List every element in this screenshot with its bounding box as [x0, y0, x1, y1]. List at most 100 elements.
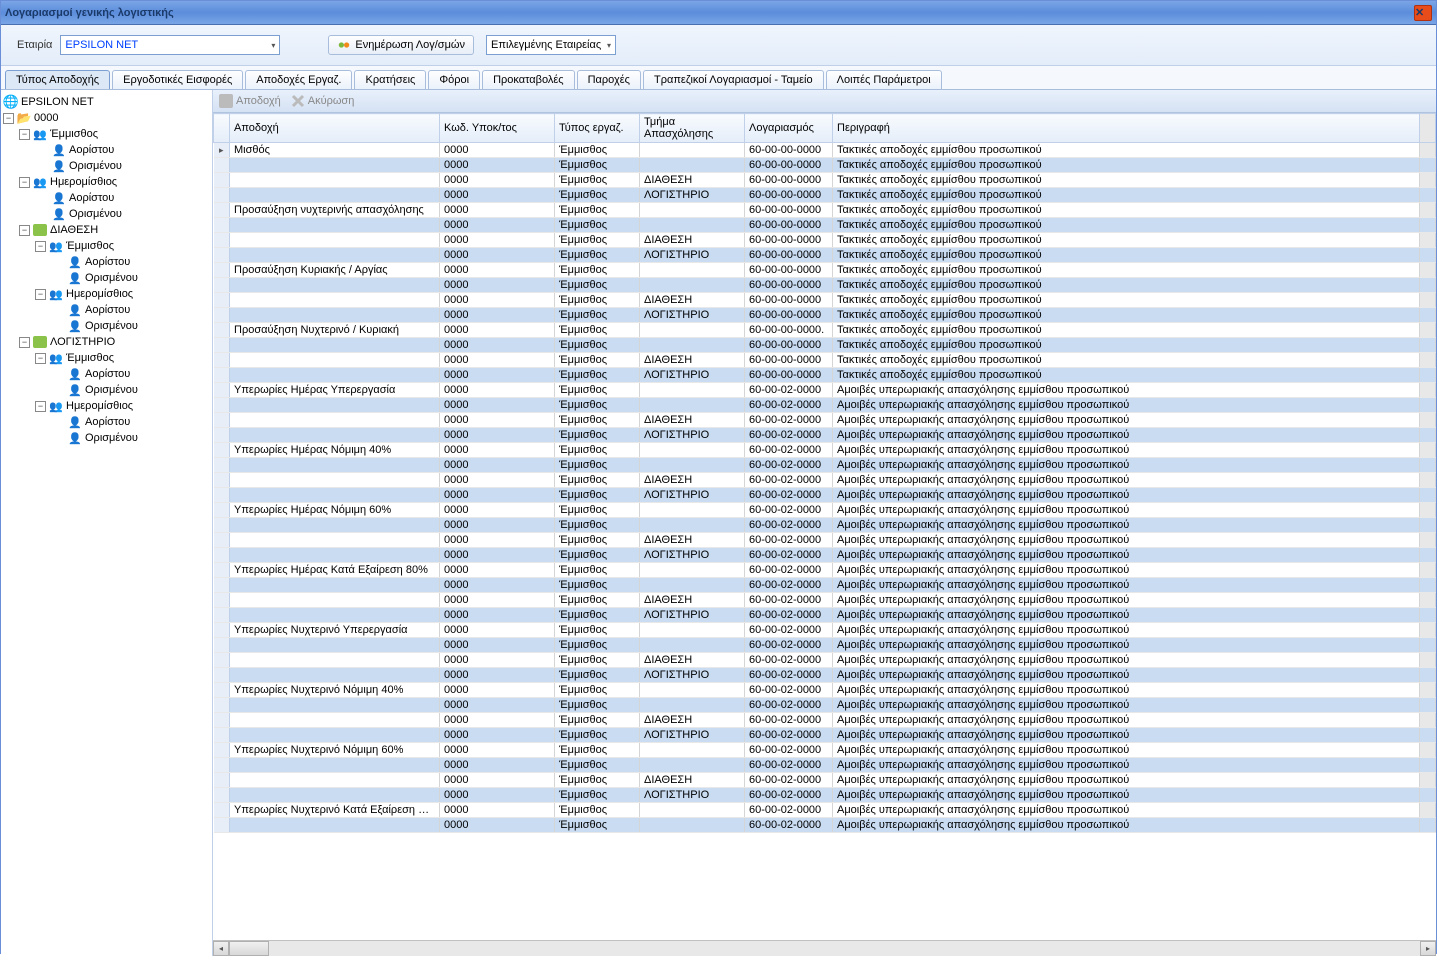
cell[interactable] — [640, 503, 745, 518]
cell[interactable] — [640, 518, 745, 533]
cell[interactable]: Έμμισθος — [555, 383, 640, 398]
cell[interactable]: 60-00-02-0000 — [745, 728, 833, 743]
cell[interactable]: 60-00-02-0000 — [745, 593, 833, 608]
tab-1[interactable]: Εργοδοτικές Εισφορές — [112, 70, 243, 89]
cell[interactable]: Έμμισθος — [555, 413, 640, 428]
cell[interactable]: 0000 — [440, 323, 555, 338]
cell[interactable]: Έμμισθος — [555, 818, 640, 833]
cell[interactable] — [230, 173, 440, 188]
cell[interactable] — [230, 188, 440, 203]
table-row[interactable]: 0000ΈμμισθοςΛΟΓΙΣΤΗΡΙΟ60-00-02-0000Αμοιβ… — [214, 428, 1436, 443]
cell[interactable]: 60-00-02-0000 — [745, 443, 833, 458]
table-row[interactable]: 0000ΈμμισθοςΛΟΓΙΣΤΗΡΙΟ60-00-02-0000Αμοιβ… — [214, 608, 1436, 623]
cell[interactable] — [230, 788, 440, 803]
table-row[interactable]: 0000Έμμισθος60-00-02-0000Αμοιβές υπερωρι… — [214, 518, 1436, 533]
cell[interactable]: 0000 — [440, 563, 555, 578]
cell[interactable]: Έμμισθος — [555, 608, 640, 623]
cell[interactable] — [230, 473, 440, 488]
table-row[interactable]: 0000ΈμμισθοςΔΙΑΘΕΣΗ60-00-00-0000Τακτικές… — [214, 353, 1436, 368]
column-header[interactable]: Τύπος εργαζ. — [555, 114, 640, 143]
cell[interactable]: Υπερωρίες Νυχτερινό Νόμιμη 40% — [230, 683, 440, 698]
cell[interactable]: 60-00-00-0000 — [745, 143, 833, 158]
cell[interactable]: Τακτικές αποδοχές εμμίσθου προσωπικού — [833, 203, 1420, 218]
cell[interactable]: Έμμισθος — [555, 713, 640, 728]
cell[interactable] — [230, 233, 440, 248]
cell[interactable]: Έμμισθος — [555, 698, 640, 713]
cell[interactable] — [640, 803, 745, 818]
cell[interactable]: ΔΙΑΘΕΣΗ — [640, 773, 745, 788]
tree-group[interactable]: −ΔΙΑΘΕΣΗ — [3, 222, 210, 238]
cell[interactable]: 60-00-00-0000 — [745, 173, 833, 188]
cell[interactable]: 60-00-00-0000 — [745, 308, 833, 323]
cell[interactable]: Έμμισθος — [555, 428, 640, 443]
cell[interactable] — [230, 773, 440, 788]
cell[interactable]: 0000 — [440, 248, 555, 263]
cell[interactable]: Τακτικές αποδοχές εμμίσθου προσωπικού — [833, 218, 1420, 233]
cell[interactable]: ΔΙΑΘΕΣΗ — [640, 593, 745, 608]
cell[interactable] — [230, 758, 440, 773]
cell[interactable]: 0000 — [440, 518, 555, 533]
cell[interactable] — [230, 218, 440, 233]
cell[interactable] — [640, 398, 745, 413]
cell[interactable]: Αμοιβές υπερωριακής απασχόλησης εμμίσθου… — [833, 818, 1420, 833]
tree-sub[interactable]: 👤Ορισμένου — [3, 382, 210, 398]
tree-toggle-icon[interactable]: − — [3, 113, 14, 124]
cell[interactable]: Έμμισθος — [555, 548, 640, 563]
cell[interactable]: 0000 — [440, 773, 555, 788]
cell[interactable] — [230, 353, 440, 368]
tab-2[interactable]: Αποδοχές Εργαζ. — [245, 70, 352, 89]
tab-4[interactable]: Φόροι — [428, 70, 480, 89]
cell[interactable]: 0000 — [440, 683, 555, 698]
cell[interactable]: Έμμισθος — [555, 158, 640, 173]
table-row[interactable]: Υπερωρίες Ημέρας Υπερεργασία0000Έμμισθος… — [214, 383, 1436, 398]
cell[interactable]: Έμμισθος — [555, 188, 640, 203]
cell[interactable]: Έμμισθος — [555, 278, 640, 293]
cell[interactable]: 60-00-00-0000 — [745, 188, 833, 203]
table-row[interactable]: 0000ΈμμισθοςΛΟΓΙΣΤΗΡΙΟ60-00-02-0000Αμοιβ… — [214, 668, 1436, 683]
cell[interactable]: 0000 — [440, 578, 555, 593]
cell[interactable] — [640, 683, 745, 698]
table-row[interactable]: 0000ΈμμισθοςΔΙΑΘΕΣΗ60-00-02-0000Αμοιβές … — [214, 593, 1436, 608]
cell[interactable]: 0000 — [440, 458, 555, 473]
cell[interactable]: 60-00-02-0000 — [745, 773, 833, 788]
cell[interactable]: ΔΙΑΘΕΣΗ — [640, 233, 745, 248]
cell[interactable]: Αμοιβές υπερωριακής απασχόλησης εμμίσθου… — [833, 773, 1420, 788]
tree-toggle-icon[interactable]: − — [35, 241, 46, 252]
tab-3[interactable]: Κρατήσεις — [354, 70, 426, 89]
cell[interactable]: Έμμισθος — [555, 518, 640, 533]
cell[interactable]: 60-00-02-0000 — [745, 458, 833, 473]
accept-button[interactable]: Αποδοχή — [219, 94, 281, 108]
cell[interactable]: 60-00-02-0000 — [745, 428, 833, 443]
tree-sub[interactable]: 👤Αορίστου — [3, 366, 210, 382]
cell[interactable] — [230, 308, 440, 323]
cell[interactable]: Έμμισθος — [555, 308, 640, 323]
cell[interactable]: Αμοιβές υπερωριακής απασχόλησης εμμίσθου… — [833, 398, 1420, 413]
cell[interactable] — [640, 578, 745, 593]
column-header[interactable]: Τμήμα Απασχόλησης — [640, 114, 745, 143]
cell[interactable]: Αμοιβές υπερωριακής απασχόλησης εμμίσθου… — [833, 413, 1420, 428]
cell[interactable]: ΛΟΓΙΣΤΗΡΙΟ — [640, 428, 745, 443]
cell[interactable]: 0000 — [440, 293, 555, 308]
cell[interactable]: Έμμισθος — [555, 398, 640, 413]
cell[interactable]: ΔΙΑΘΕΣΗ — [640, 533, 745, 548]
cell[interactable]: Τακτικές αποδοχές εμμίσθου προσωπικού — [833, 248, 1420, 263]
cell[interactable]: 60-00-02-0000 — [745, 668, 833, 683]
cell[interactable]: Έμμισθος — [555, 773, 640, 788]
cell[interactable]: Αμοιβές υπερωριακής απασχόλησης εμμίσθου… — [833, 578, 1420, 593]
cell[interactable]: Αμοιβές υπερωριακής απασχόλησης εμμίσθου… — [833, 443, 1420, 458]
table-row[interactable]: Υπερωρίες Ημέρας Νόμιμη 60%0000Έμμισθος6… — [214, 503, 1436, 518]
cell[interactable]: Τακτικές αποδοχές εμμίσθου προσωπικού — [833, 338, 1420, 353]
cell[interactable]: ΛΟΓΙΣΤΗΡΙΟ — [640, 608, 745, 623]
column-header[interactable]: Περιγραφή — [833, 114, 1420, 143]
cell[interactable]: 0000 — [440, 788, 555, 803]
column-header[interactable]: Λογαριασμός — [745, 114, 833, 143]
table-row[interactable]: 0000ΈμμισθοςΛΟΓΙΣΤΗΡΙΟ60-00-02-0000Αμοιβ… — [214, 488, 1436, 503]
cell[interactable] — [230, 338, 440, 353]
table-row[interactable]: Προσαύξηση νυχτερινής απασχόλησης0000Έμμ… — [214, 203, 1436, 218]
tree-root[interactable]: 🌐EPSILON NET — [3, 94, 210, 110]
cell[interactable]: 60-00-02-0000 — [745, 818, 833, 833]
cell[interactable] — [230, 608, 440, 623]
cell[interactable]: Αμοιβές υπερωριακής απασχόλησης εμμίσθου… — [833, 728, 1420, 743]
cell[interactable]: 60-00-02-0000 — [745, 683, 833, 698]
cell[interactable]: 60-00-00-0000 — [745, 203, 833, 218]
